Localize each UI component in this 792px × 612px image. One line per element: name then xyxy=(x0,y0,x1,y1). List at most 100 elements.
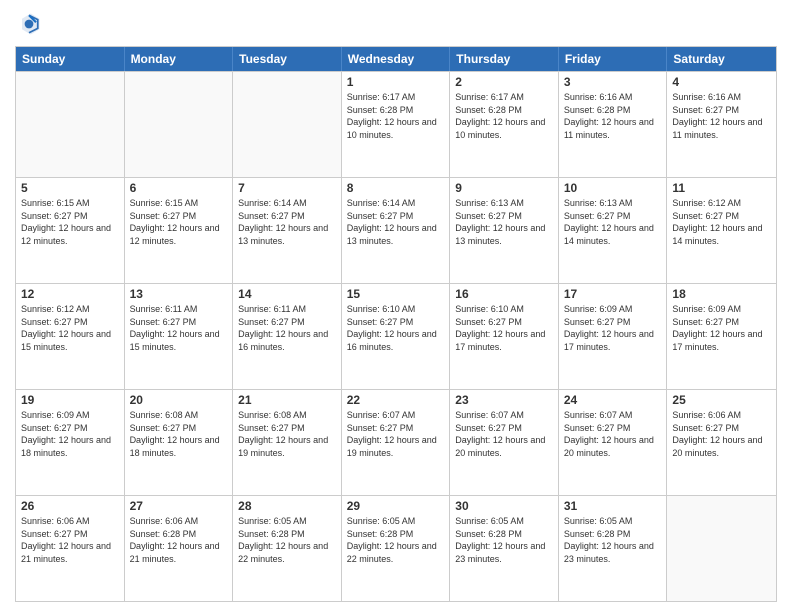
day-number: 22 xyxy=(347,393,445,407)
calendar-cell: 2Sunrise: 6:17 AMSunset: 6:28 PMDaylight… xyxy=(450,72,559,177)
day-info: Sunrise: 6:09 AMSunset: 6:27 PMDaylight:… xyxy=(564,303,662,353)
day-number: 20 xyxy=(130,393,228,407)
day-number: 29 xyxy=(347,499,445,513)
calendar-cell xyxy=(233,72,342,177)
day-info: Sunrise: 6:17 AMSunset: 6:28 PMDaylight:… xyxy=(347,91,445,141)
day-info: Sunrise: 6:13 AMSunset: 6:27 PMDaylight:… xyxy=(455,197,553,247)
weekday-header: Sunday xyxy=(16,47,125,71)
day-info: Sunrise: 6:05 AMSunset: 6:28 PMDaylight:… xyxy=(564,515,662,565)
calendar-cell: 26 Sunrise: 6:06 AMSunset: 6:27 PMDayligh… xyxy=(16,496,125,601)
calendar-row: 1 Sunrise: 6:17 AMSunset: 6:28 PMDaylight… xyxy=(16,71,776,177)
day-info: Sunrise: 6:14 AMSunset: 6:27 PMDaylight:… xyxy=(347,197,445,247)
weekday-header: Thursday xyxy=(450,47,559,71)
day-info: Sunrise: 6:11 AMSunset: 6:27 PMDaylight:… xyxy=(130,303,228,353)
day-info: Sunrise: 6:16 AMSunset: 6:27 PMDaylight:… xyxy=(672,91,771,141)
day-number: 18 xyxy=(672,287,771,301)
day-info: Sunrise: 6:06 AMSunset: 6:27 PMDaylight:… xyxy=(672,409,771,459)
calendar-cell: 20 Sunrise: 6:08 AMSunset: 6:27 PMDayligh… xyxy=(125,390,234,495)
day-info: Sunrise: 6:13 AMSunset: 6:27 PMDaylight:… xyxy=(564,197,662,247)
day-info: Sunrise: 6:10 AMSunset: 6:27 PMDaylight:… xyxy=(347,303,445,353)
day-number: 1 xyxy=(347,75,445,89)
day-number: 8 xyxy=(347,181,445,195)
day-number: 28 xyxy=(238,499,336,513)
day-number: 31 xyxy=(564,499,662,513)
day-number: 27 xyxy=(130,499,228,513)
calendar-cell xyxy=(125,72,234,177)
calendar-cell: 10 Sunrise: 6:13 AMSunset: 6:27 PMDayligh… xyxy=(559,178,668,283)
day-info: Sunrise: 6:06 AMSunset: 6:28 PMDaylight:… xyxy=(130,515,228,565)
logo xyxy=(15,10,47,38)
calendar-cell: 11Sunrise: 6:12 AMSunset: 6:27 PMDayligh… xyxy=(667,178,776,283)
page: SundayMondayTuesdayWednesdayThursdayFrid… xyxy=(0,0,792,612)
day-info: Sunrise: 6:12 AMSunset: 6:27 PMDaylight:… xyxy=(21,303,119,353)
calendar-cell: 22 Sunrise: 6:07 AMSunset: 6:27 PMDayligh… xyxy=(342,390,451,495)
calendar-cell: 27 Sunrise: 6:06 AMSunset: 6:28 PMDayligh… xyxy=(125,496,234,601)
calendar-cell: 13Sunrise: 6:11 AMSunset: 6:27 PMDayligh… xyxy=(125,284,234,389)
day-info: Sunrise: 6:08 AMSunset: 6:27 PMDaylight:… xyxy=(130,409,228,459)
weekday-header: Monday xyxy=(125,47,234,71)
day-number: 30 xyxy=(455,499,553,513)
calendar-cell: 5 Sunrise: 6:15 AMSunset: 6:27 PMDaylight… xyxy=(16,178,125,283)
day-info: Sunrise: 6:05 AMSunset: 6:28 PMDaylight:… xyxy=(455,515,553,565)
calendar-cell: 19 Sunrise: 6:09 AMSunset: 6:27 PMDayligh… xyxy=(16,390,125,495)
weekday-header: Tuesday xyxy=(233,47,342,71)
calendar-cell: 3 Sunrise: 6:16 AMSunset: 6:28 PMDaylight… xyxy=(559,72,668,177)
day-number: 14 xyxy=(238,287,336,301)
day-info: Sunrise: 6:05 AMSunset: 6:28 PMDaylight:… xyxy=(238,515,336,565)
weekday-header: Saturday xyxy=(667,47,776,71)
calendar-row: 5 Sunrise: 6:15 AMSunset: 6:27 PMDaylight… xyxy=(16,177,776,283)
calendar-cell xyxy=(16,72,125,177)
day-info: Sunrise: 6:12 AMSunset: 6:27 PMDaylight:… xyxy=(672,197,771,247)
day-info: Sunrise: 6:09 AMSunset: 6:27 PMDaylight:… xyxy=(21,409,119,459)
day-number: 26 xyxy=(21,499,119,513)
day-info: Sunrise: 6:15 AMSunset: 6:27 PMDaylight:… xyxy=(130,197,228,247)
calendar-cell xyxy=(667,496,776,601)
calendar-cell: 9 Sunrise: 6:13 AMSunset: 6:27 PMDaylight… xyxy=(450,178,559,283)
calendar-cell: 31 Sunrise: 6:05 AMSunset: 6:28 PMDayligh… xyxy=(559,496,668,601)
day-info: Sunrise: 6:10 AMSunset: 6:27 PMDaylight:… xyxy=(455,303,553,353)
calendar-cell: 30 Sunrise: 6:05 AMSunset: 6:28 PMDayligh… xyxy=(450,496,559,601)
calendar: SundayMondayTuesdayWednesdayThursdayFrid… xyxy=(15,46,777,602)
day-number: 2 xyxy=(455,75,553,89)
day-info: Sunrise: 6:07 AMSunset: 6:27 PMDaylight:… xyxy=(347,409,445,459)
calendar-cell: 15 Sunrise: 6:10 AMSunset: 6:27 PMDayligh… xyxy=(342,284,451,389)
day-number: 15 xyxy=(347,287,445,301)
calendar-cell: 17 Sunrise: 6:09 AMSunset: 6:27 PMDayligh… xyxy=(559,284,668,389)
calendar-cell: 24 Sunrise: 6:07 AMSunset: 6:27 PMDayligh… xyxy=(559,390,668,495)
calendar-cell: 7Sunrise: 6:14 AMSunset: 6:27 PMDaylight… xyxy=(233,178,342,283)
day-number: 21 xyxy=(238,393,336,407)
day-info: Sunrise: 6:06 AMSunset: 6:27 PMDaylight:… xyxy=(21,515,119,565)
day-number: 6 xyxy=(130,181,228,195)
calendar-header: SundayMondayTuesdayWednesdayThursdayFrid… xyxy=(16,47,776,71)
day-number: 17 xyxy=(564,287,662,301)
weekday-header: Friday xyxy=(559,47,668,71)
day-info: Sunrise: 6:09 AMSunset: 6:27 PMDaylight:… xyxy=(672,303,771,353)
day-info: Sunrise: 6:15 AMSunset: 6:27 PMDaylight:… xyxy=(21,197,119,247)
calendar-cell: 18 Sunrise: 6:09 AMSunset: 6:27 PMDayligh… xyxy=(667,284,776,389)
header xyxy=(15,10,777,38)
calendar-cell: 8 Sunrise: 6:14 AMSunset: 6:27 PMDaylight… xyxy=(342,178,451,283)
calendar-body: 1 Sunrise: 6:17 AMSunset: 6:28 PMDaylight… xyxy=(16,71,776,601)
calendar-row: 26 Sunrise: 6:06 AMSunset: 6:27 PMDayligh… xyxy=(16,495,776,601)
day-number: 3 xyxy=(564,75,662,89)
weekday-header: Wednesday xyxy=(342,47,451,71)
calendar-cell: 23Sunrise: 6:07 AMSunset: 6:27 PMDayligh… xyxy=(450,390,559,495)
day-number: 4 xyxy=(672,75,771,89)
day-info: Sunrise: 6:16 AMSunset: 6:28 PMDaylight:… xyxy=(564,91,662,141)
calendar-cell: 25Sunrise: 6:06 AMSunset: 6:27 PMDayligh… xyxy=(667,390,776,495)
day-number: 5 xyxy=(21,181,119,195)
calendar-cell: 1 Sunrise: 6:17 AMSunset: 6:28 PMDaylight… xyxy=(342,72,451,177)
day-number: 19 xyxy=(21,393,119,407)
calendar-cell: 29 Sunrise: 6:05 AMSunset: 6:28 PMDayligh… xyxy=(342,496,451,601)
day-info: Sunrise: 6:07 AMSunset: 6:27 PMDaylight:… xyxy=(564,409,662,459)
day-number: 10 xyxy=(564,181,662,195)
day-number: 9 xyxy=(455,181,553,195)
calendar-cell: 21 Sunrise: 6:08 AMSunset: 6:27 PMDayligh… xyxy=(233,390,342,495)
calendar-cell: 6 Sunrise: 6:15 AMSunset: 6:27 PMDaylight… xyxy=(125,178,234,283)
day-info: Sunrise: 6:08 AMSunset: 6:27 PMDaylight:… xyxy=(238,409,336,459)
day-number: 23 xyxy=(455,393,553,407)
calendar-cell: 4 Sunrise: 6:16 AMSunset: 6:27 PMDaylight… xyxy=(667,72,776,177)
day-number: 24 xyxy=(564,393,662,407)
day-info: Sunrise: 6:11 AMSunset: 6:27 PMDaylight:… xyxy=(238,303,336,353)
day-info: Sunrise: 6:05 AMSunset: 6:28 PMDaylight:… xyxy=(347,515,445,565)
